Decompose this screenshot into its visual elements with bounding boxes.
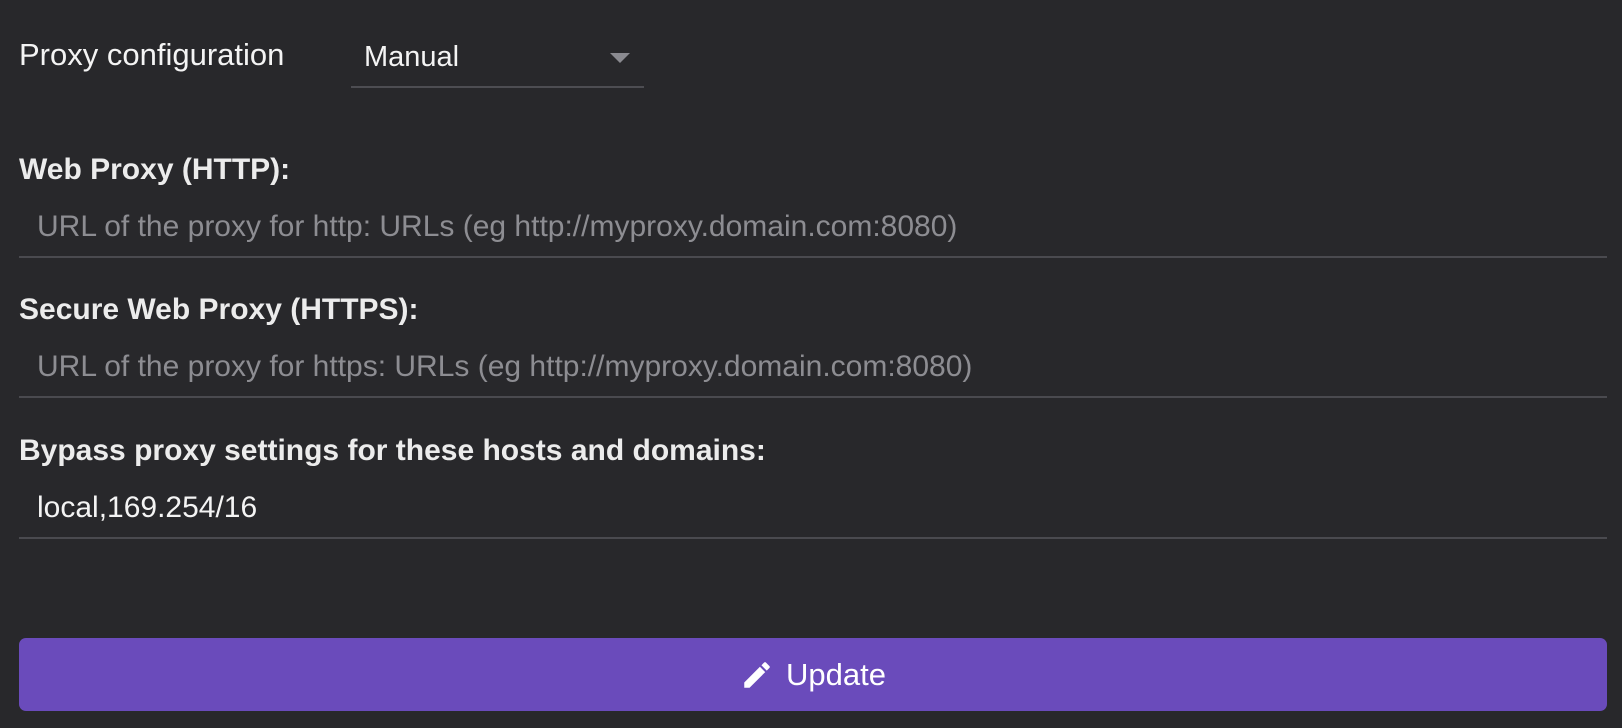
https-proxy-label: Secure Web Proxy (HTTPS):	[19, 293, 419, 326]
proxy-configuration-select[interactable]: Manual	[351, 32, 644, 88]
update-button-label: Update	[786, 656, 886, 692]
http-proxy-field: Web Proxy (HTTP):	[19, 152, 1607, 258]
https-proxy-field: Secure Web Proxy (HTTPS):	[19, 292, 1607, 398]
proxy-configuration-row: Proxy configuration Manual	[19, 22, 644, 88]
pencil-icon	[744, 661, 770, 688]
chevron-down-icon	[610, 53, 630, 63]
bypass-label: Bypass proxy settings for these hosts an…	[19, 434, 766, 467]
https-proxy-input[interactable]	[19, 338, 1607, 398]
http-proxy-label: Web Proxy (HTTP):	[19, 153, 291, 186]
update-button[interactable]: Update	[19, 638, 1607, 711]
proxy-settings-panel: Proxy configuration Manual Web Proxy (HT…	[0, 0, 1622, 728]
bypass-field: Bypass proxy settings for these hosts an…	[19, 433, 1607, 539]
bypass-input[interactable]	[19, 479, 1607, 539]
http-proxy-input[interactable]	[19, 198, 1607, 258]
proxy-configuration-value: Manual	[364, 41, 460, 73]
proxy-configuration-label: Proxy configuration	[19, 37, 285, 72]
